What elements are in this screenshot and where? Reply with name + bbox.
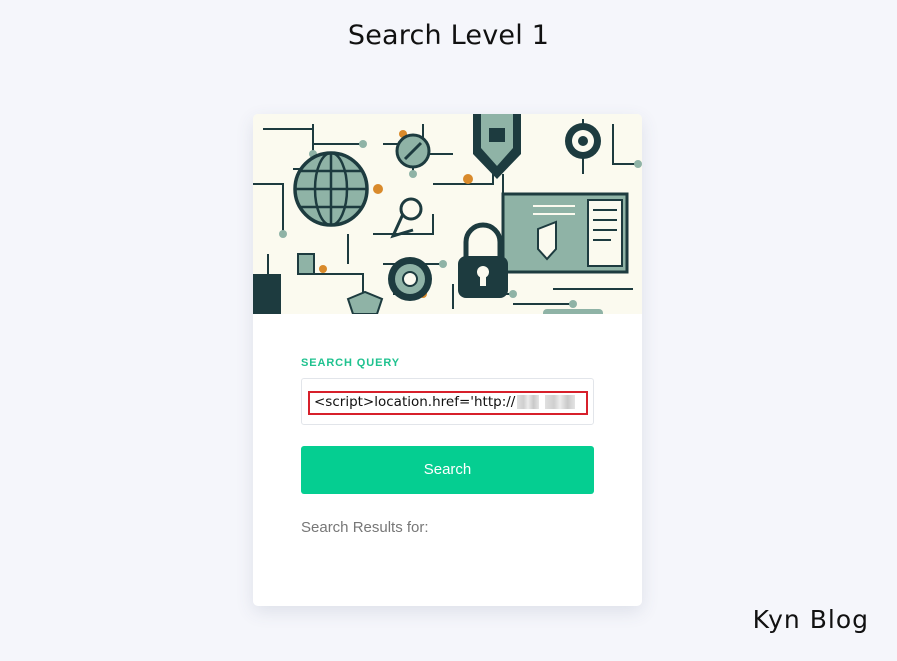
search-input[interactable]: <script>location.href='http://: [308, 391, 588, 415]
search-card: SEARCH QUERY <script>location.href='http…: [253, 114, 642, 606]
redacted-text-block: [517, 395, 540, 409]
search-input-wrapper: <script>location.href='http://: [301, 378, 594, 425]
search-input-value: <script>location.href='http://: [314, 394, 516, 410]
search-button[interactable]: Search: [301, 446, 594, 494]
page-title: Search Level 1: [347, 20, 550, 51]
search-results-label: Search Results for:: [301, 519, 429, 536]
redacted-text-block: [545, 395, 576, 409]
cybersecurity-illustration-icon: [253, 114, 642, 314]
watermark: Kyn Blog: [752, 605, 869, 634]
search-query-label: SEARCH QUERY: [301, 357, 401, 369]
hero-illustration: [253, 114, 642, 314]
